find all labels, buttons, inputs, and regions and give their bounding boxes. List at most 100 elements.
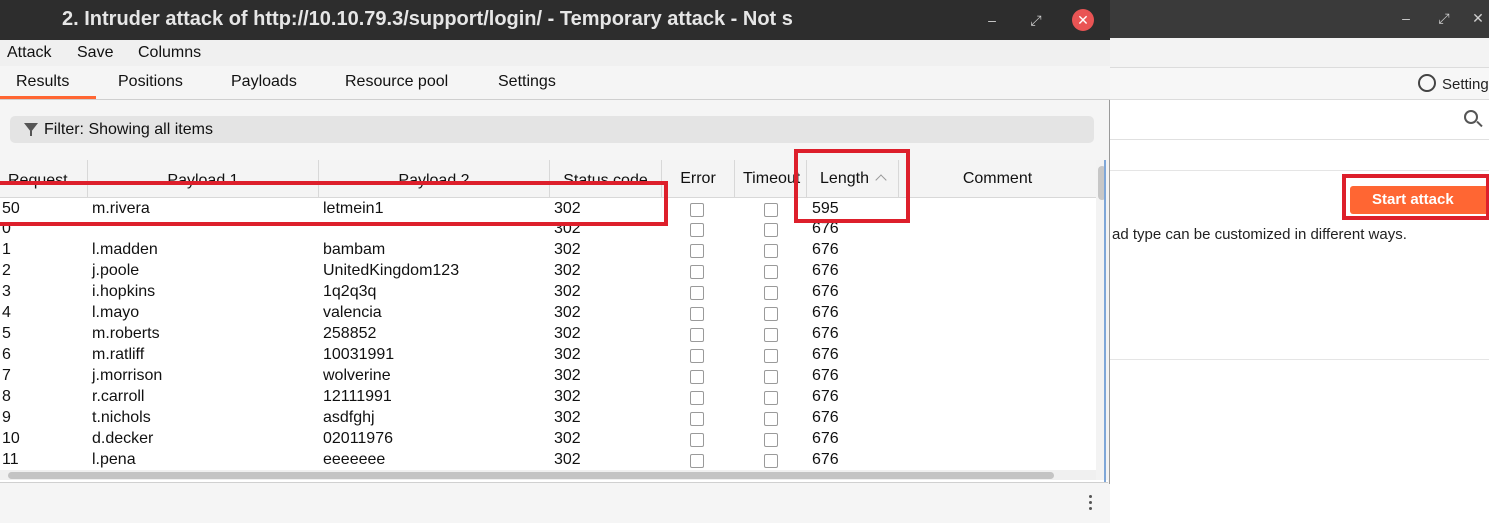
timeout-checkbox[interactable] — [764, 391, 778, 405]
error-checkbox[interactable] — [690, 391, 704, 405]
cell-request: 3 — [2, 283, 11, 300]
cell-length: 595 — [812, 200, 839, 217]
results-table: Request Payload 1 Payload 2 Status code … — [0, 160, 1108, 483]
table-header: Request Payload 1 Payload 2 Status code … — [0, 160, 1096, 198]
cell-payload1: m.rivera — [92, 200, 150, 217]
tab-settings[interactable]: Settings — [498, 73, 556, 91]
error-checkbox[interactable] — [690, 265, 704, 279]
table-row[interactable]: 3 i.hopkins 1q2q3q 302 676 — [0, 282, 1096, 303]
tab-resource-pool[interactable]: Resource pool — [345, 73, 448, 91]
timeout-checkbox[interactable] — [764, 433, 778, 447]
column-header-status[interactable]: Status code — [550, 160, 662, 198]
error-checkbox[interactable] — [690, 328, 704, 342]
table-row[interactable]: 9 t.nichols asdfghj 302 676 — [0, 408, 1096, 429]
maximize-icon[interactable]: ⤢ — [1026, 10, 1046, 30]
table-row[interactable]: 7 j.morrison wolverine 302 676 — [0, 366, 1096, 387]
sort-ascending-icon — [875, 174, 887, 186]
table-row[interactable]: 0 302 676 — [0, 219, 1096, 240]
column-header-timeout[interactable]: Timeout — [735, 160, 807, 198]
menu-attack[interactable]: Attack — [7, 44, 51, 62]
error-checkbox[interactable] — [690, 223, 704, 237]
timeout-checkbox[interactable] — [764, 223, 778, 237]
cell-status: 302 — [554, 346, 581, 363]
cell-request: 1 — [2, 241, 11, 258]
timeout-checkbox[interactable] — [764, 454, 778, 468]
cell-payload1: i.hopkins — [92, 283, 156, 300]
start-attack-button[interactable]: Start attack — [1350, 186, 1489, 214]
cell-payload1: l.madden — [92, 241, 158, 258]
table-row[interactable]: 4 l.mayo valencia 302 676 — [0, 303, 1096, 324]
timeout-checkbox[interactable] — [764, 203, 778, 217]
cell-length: 676 — [812, 367, 839, 384]
tab-results[interactable]: Results — [16, 73, 69, 91]
timeout-checkbox[interactable] — [764, 244, 778, 258]
timeout-checkbox[interactable] — [764, 412, 778, 426]
cell-status: 302 — [554, 409, 581, 426]
timeout-checkbox[interactable] — [764, 265, 778, 279]
menu-save[interactable]: Save — [77, 44, 113, 62]
search-icon[interactable] — [1464, 110, 1478, 124]
error-checkbox[interactable] — [690, 454, 704, 468]
column-header-error[interactable]: Error — [662, 160, 735, 198]
column-header-payload2[interactable]: Payload 2 — [319, 160, 550, 198]
table-row[interactable]: 50 m.rivera letmein1 302 595 — [0, 199, 1096, 220]
tab-payloads[interactable]: Payloads — [231, 73, 297, 91]
close-icon[interactable]: ✕ — [1468, 8, 1488, 28]
cell-payload2: 10031991 — [323, 346, 395, 363]
cell-payload1: l.pena — [92, 451, 136, 468]
column-header-request[interactable]: Request — [0, 160, 88, 198]
timeout-checkbox[interactable] — [764, 349, 778, 363]
menu-bar: Attack Save Columns — [0, 40, 1110, 66]
timeout-checkbox[interactable] — [764, 328, 778, 342]
error-checkbox[interactable] — [690, 244, 704, 258]
error-checkbox[interactable] — [690, 286, 704, 300]
tab-positions[interactable]: Positions — [118, 73, 183, 91]
column-header-comment[interactable]: Comment — [899, 160, 1096, 198]
settings-button[interactable]: Setting — [1418, 74, 1489, 93]
burp-main-subbar: Setting — [1100, 68, 1489, 100]
table-row[interactable]: 10 d.decker 02011976 302 676 — [0, 429, 1096, 450]
horizontal-scroll-thumb[interactable] — [8, 472, 1054, 479]
table-row[interactable]: 2 j.poole UnitedKingdom123 302 676 — [0, 261, 1096, 282]
error-checkbox[interactable] — [690, 203, 704, 217]
minimize-icon[interactable]: – — [1396, 8, 1416, 28]
cell-status: 302 — [554, 241, 581, 258]
column-header-length[interactable]: Length — [807, 160, 899, 198]
cell-payload2: UnitedKingdom123 — [323, 262, 460, 279]
table-row[interactable]: 8 r.carroll 12111991 302 676 — [0, 387, 1096, 408]
close-icon[interactable]: ✕ — [1072, 9, 1094, 31]
error-checkbox[interactable] — [690, 433, 704, 447]
cell-status: 302 — [554, 304, 581, 321]
horizontal-scrollbar[interactable] — [0, 470, 1096, 480]
timeout-checkbox[interactable] — [764, 370, 778, 384]
cell-payload2: 12111991 — [323, 388, 392, 405]
cell-request: 9 — [2, 409, 11, 426]
table-row[interactable]: 11 l.pena eeeeeee 302 676 — [0, 450, 1096, 471]
timeout-checkbox[interactable] — [764, 286, 778, 300]
error-checkbox[interactable] — [690, 370, 704, 384]
cell-status: 302 — [554, 325, 581, 342]
maximize-icon[interactable]: ⤢ — [1434, 8, 1454, 28]
tab-bar: Results Positions Payloads Resource pool… — [0, 66, 1110, 100]
cell-payload2: wolverine — [323, 367, 391, 384]
error-checkbox[interactable] — [690, 349, 704, 363]
filter-bar[interactable]: Filter: Showing all items — [10, 116, 1094, 143]
filter-icon — [24, 123, 38, 136]
cell-payload1: m.ratliff — [92, 346, 145, 363]
burp-main-search-row — [1100, 100, 1489, 140]
column-header-payload1[interactable]: Payload 1 — [88, 160, 319, 198]
table-row[interactable]: 5 m.roberts 258852 302 676 — [0, 324, 1096, 345]
error-checkbox[interactable] — [690, 412, 704, 426]
cell-status: 302 — [554, 367, 581, 384]
vertical-scrollbar[interactable] — [1096, 160, 1108, 480]
menu-columns[interactable]: Columns — [138, 44, 201, 62]
table-row[interactable]: 1 l.madden bambam 302 676 — [0, 240, 1096, 261]
cell-status: 302 — [554, 430, 581, 447]
table-row[interactable]: 6 m.ratliff 10031991 302 676 — [0, 345, 1096, 366]
cell-request: 4 — [2, 304, 11, 321]
minimize-icon[interactable]: – — [982, 10, 1002, 30]
timeout-checkbox[interactable] — [764, 307, 778, 321]
error-checkbox[interactable] — [690, 307, 704, 321]
settings-label: Setting — [1442, 76, 1489, 93]
more-options-icon[interactable] — [1087, 495, 1093, 513]
